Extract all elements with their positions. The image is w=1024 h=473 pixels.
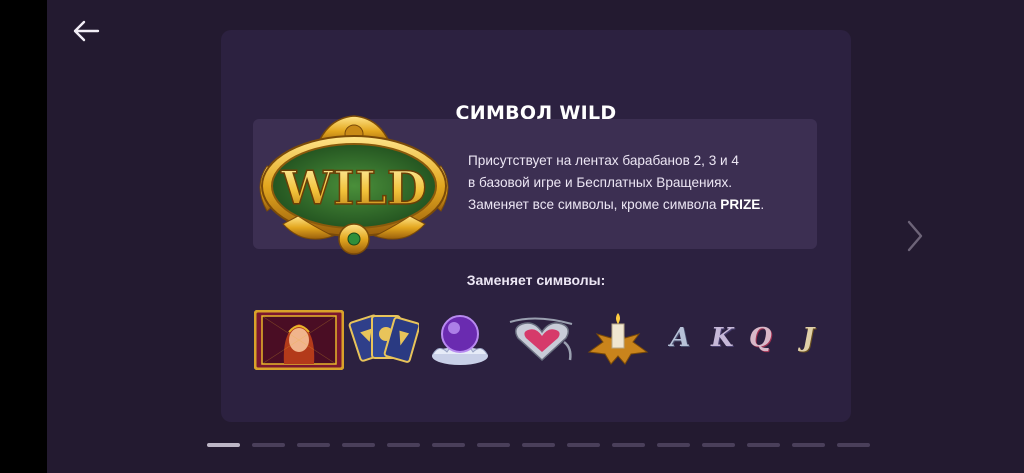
description-line-1: Присутствует на лентах барабанов 2, 3 и …	[468, 153, 739, 168]
wild-info-box: WILD Присутствует на лентах барабанов 2,…	[253, 115, 817, 255]
next-page-button[interactable]	[900, 218, 930, 254]
letter-k-symbol: K	[711, 323, 734, 353]
fortune-teller-symbol-icon	[254, 310, 344, 370]
arrow-left-icon	[73, 20, 100, 42]
page-dot-14[interactable]	[792, 443, 825, 447]
page-dot-15[interactable]	[837, 443, 870, 447]
back-button[interactable]	[70, 16, 102, 46]
page-dot-12[interactable]	[702, 443, 735, 447]
description-line-3-end: .	[760, 197, 765, 212]
wild-text: WILD	[280, 161, 426, 215]
description-line-3-text: Заменяет все символы, кроме символа	[468, 197, 721, 212]
letter-j-symbol: J	[802, 323, 815, 353]
page-dot-6[interactable]	[432, 443, 465, 447]
page-dot-3[interactable]	[297, 443, 330, 447]
tarot-cards-symbol-icon	[348, 314, 419, 363]
page-dot-9[interactable]	[567, 443, 600, 447]
page-dot-1[interactable]	[207, 443, 240, 447]
info-panel: СИМВОЛ WILD WILD Присутствует на лентах …	[221, 30, 851, 422]
wild-description: Присутствует на лентах барабанов 2, 3 и …	[468, 150, 813, 216]
description-line-3: Заменяет все символы, кроме символа PRIZ…	[468, 194, 813, 216]
crystal-ball-symbol-icon	[432, 315, 488, 365]
letter-q-symbol: Q	[749, 323, 772, 353]
description-line-2: в базовой игре и Бесплатных Вращениях.	[468, 175, 733, 190]
letter-a-symbol: A	[670, 323, 691, 353]
chevron-right-icon	[907, 220, 923, 252]
page-dot-8[interactable]	[522, 443, 555, 447]
page-dot-11[interactable]	[657, 443, 690, 447]
page-dot-13[interactable]	[747, 443, 780, 447]
wild-symbol-icon: WILD	[259, 115, 449, 255]
page-indicator	[207, 443, 870, 447]
heart-amulet-symbol-icon	[509, 317, 573, 362]
page-dot-5[interactable]	[387, 443, 420, 447]
page-dot-2[interactable]	[252, 443, 285, 447]
page-dot-7[interactable]	[477, 443, 510, 447]
candle-symbol-icon	[587, 313, 649, 365]
prize-keyword: PRIZE	[720, 197, 761, 212]
page-dot-10[interactable]	[612, 443, 645, 447]
page-dot-4[interactable]	[342, 443, 375, 447]
replaces-label: Заменяет символы:	[466, 272, 606, 288]
